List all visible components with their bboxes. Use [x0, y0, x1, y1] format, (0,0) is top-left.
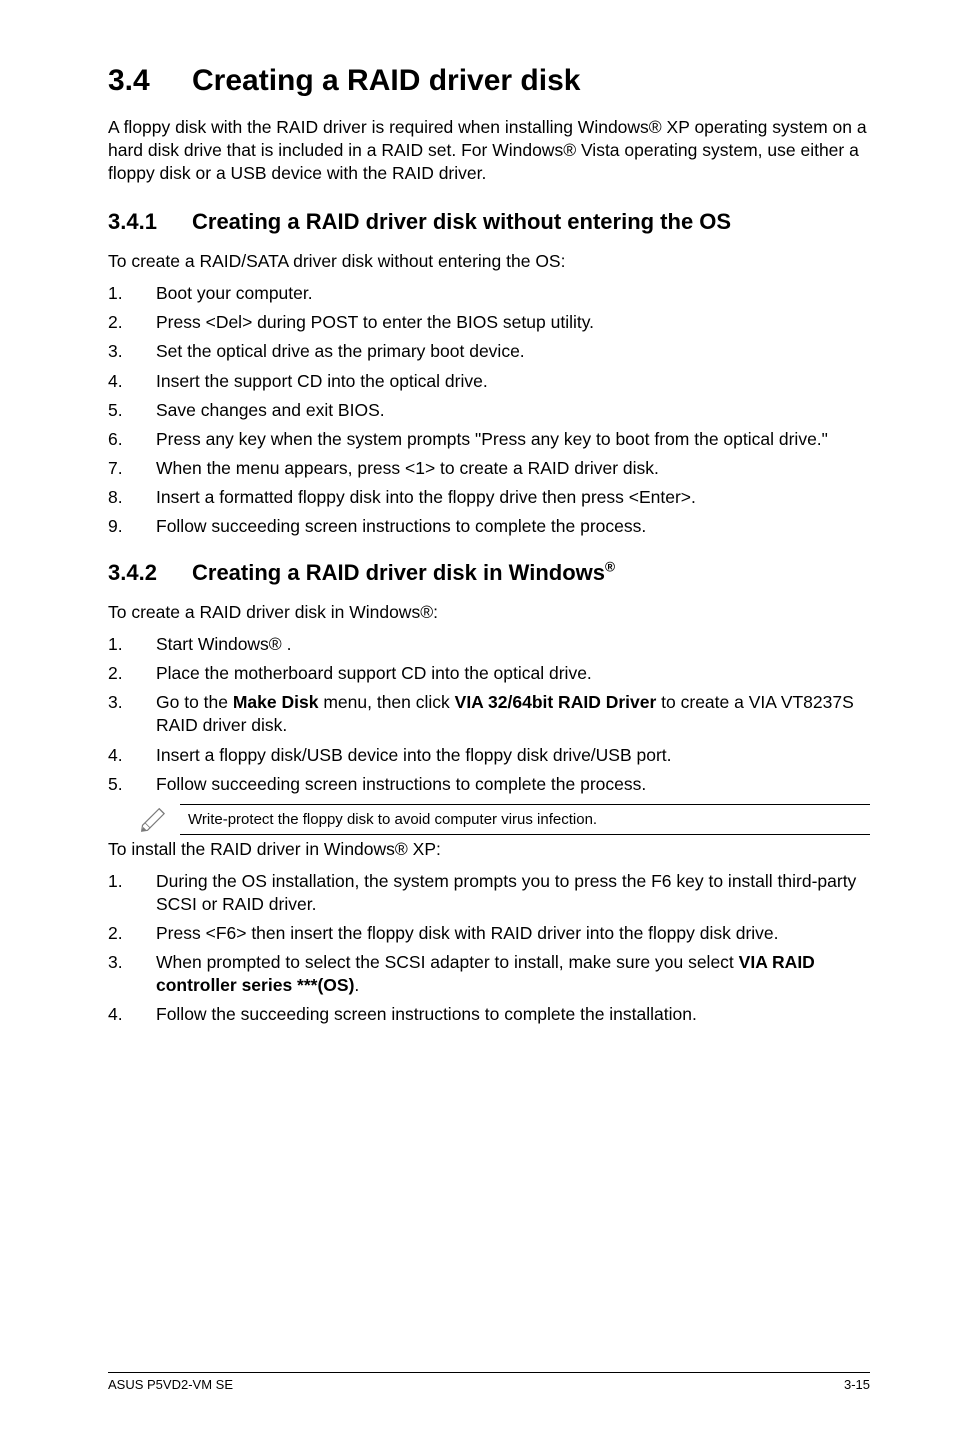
step-text: During the OS installation, the system p…	[156, 870, 870, 916]
list-item: 5.Save changes and exit BIOS.	[108, 399, 870, 422]
step-number: 3.	[108, 340, 156, 363]
step-number: 2.	[108, 311, 156, 334]
step-number: 9.	[108, 515, 156, 538]
step-text: Place the motherboard support CD into th…	[156, 662, 870, 685]
list-item: 6.Press any key when the system prompts …	[108, 428, 870, 451]
step-text: Insert a formatted floppy disk into the …	[156, 486, 870, 509]
step-text: Boot your computer.	[156, 282, 870, 305]
step-text: Go to the Make Disk menu, then click VIA…	[156, 691, 870, 737]
step-number: 1.	[108, 870, 156, 916]
step-text: Press <Del> during POST to enter the BIO…	[156, 311, 870, 334]
page-title: 3.4Creating a RAID driver disk	[108, 64, 870, 98]
list-item: 2.Press <F6> then insert the floppy disk…	[108, 922, 870, 945]
step-text: Set the optical drive as the primary boo…	[156, 340, 870, 363]
list-item: 4.Insert the support CD into the optical…	[108, 370, 870, 393]
step-text: Insert the support CD into the optical d…	[156, 370, 870, 393]
step-number: 1.	[108, 282, 156, 305]
list-item: 3.When prompted to select the SCSI adapt…	[108, 951, 870, 997]
section-number: 3.4.2	[108, 560, 192, 586]
step-number: 1.	[108, 633, 156, 656]
footer-left: ASUS P5VD2-VM SE	[108, 1377, 233, 1392]
section-title: Creating a RAID driver disk without ente…	[192, 209, 731, 234]
footer-right: 3-15	[844, 1377, 870, 1392]
step-text: When prompted to select the SCSI adapter…	[156, 951, 870, 997]
step-text: Insert a floppy disk/USB device into the…	[156, 744, 870, 767]
step-text: Save changes and exit BIOS.	[156, 399, 870, 422]
list-item: 4.Insert a floppy disk/USB device into t…	[108, 744, 870, 767]
title-text: Creating a RAID driver disk	[192, 64, 580, 97]
list-item: 3.Set the optical drive as the primary b…	[108, 340, 870, 363]
section-title: Creating a RAID driver disk in Windows®	[192, 560, 615, 585]
step-number: 5.	[108, 399, 156, 422]
list-item: 1.During the OS installation, the system…	[108, 870, 870, 916]
title-number: 3.4	[108, 64, 192, 98]
step-text: Follow succeeding screen instructions to…	[156, 773, 870, 796]
list-item: 5.Follow succeeding screen instructions …	[108, 773, 870, 796]
step-number: 4.	[108, 370, 156, 393]
section-lead: To install the RAID driver in Windows® X…	[108, 839, 870, 860]
note-row: Write-protect the floppy disk to avoid c…	[138, 802, 870, 837]
step-number: 8.	[108, 486, 156, 509]
list-item: 1.Start Windows® .	[108, 633, 870, 656]
section-lead: To create a RAID/SATA driver disk withou…	[108, 251, 870, 272]
step-number: 4.	[108, 744, 156, 767]
step-number: 3.	[108, 951, 156, 997]
steps-list: 1.During the OS installation, the system…	[108, 870, 870, 1027]
step-number: 5.	[108, 773, 156, 796]
step-number: 4.	[108, 1003, 156, 1026]
list-item: 4.Follow the succeeding screen instructi…	[108, 1003, 870, 1026]
list-item: 8.Insert a formatted floppy disk into th…	[108, 486, 870, 509]
step-text: When the menu appears, press <1> to crea…	[156, 457, 870, 480]
pencil-icon	[138, 802, 178, 837]
step-text: Follow succeeding screen instructions to…	[156, 515, 870, 538]
list-item: 3.Go to the Make Disk menu, then click V…	[108, 691, 870, 737]
step-number: 3.	[108, 691, 156, 737]
step-text: Start Windows® .	[156, 633, 870, 656]
list-item: 7.When the menu appears, press <1> to cr…	[108, 457, 870, 480]
section-heading: 3.4.2Creating a RAID driver disk in Wind…	[108, 560, 870, 586]
list-item: 2.Press <Del> during POST to enter the B…	[108, 311, 870, 334]
step-number: 2.	[108, 662, 156, 685]
step-text: Press <F6> then insert the floppy disk w…	[156, 922, 870, 945]
steps-list: 1.Start Windows® . 2.Place the motherboa…	[108, 633, 870, 796]
steps-list: 1.Boot your computer. 2.Press <Del> duri…	[108, 282, 870, 538]
step-number: 7.	[108, 457, 156, 480]
list-item: 9.Follow succeeding screen instructions …	[108, 515, 870, 538]
list-item: 1.Boot your computer.	[108, 282, 870, 305]
step-text: Press any key when the system prompts "P…	[156, 428, 870, 451]
list-item: 2.Place the motherboard support CD into …	[108, 662, 870, 685]
step-text: Follow the succeeding screen instruction…	[156, 1003, 870, 1026]
step-number: 6.	[108, 428, 156, 451]
section-lead: To create a RAID driver disk in Windows®…	[108, 602, 870, 623]
section-number: 3.4.1	[108, 209, 192, 235]
page-footer: ASUS P5VD2-VM SE 3-15	[108, 1372, 870, 1392]
step-number: 2.	[108, 922, 156, 945]
note-text: Write-protect the floppy disk to avoid c…	[180, 804, 870, 835]
intro-paragraph: A floppy disk with the RAID driver is re…	[108, 116, 870, 185]
section-heading: 3.4.1Creating a RAID driver disk without…	[108, 209, 870, 235]
